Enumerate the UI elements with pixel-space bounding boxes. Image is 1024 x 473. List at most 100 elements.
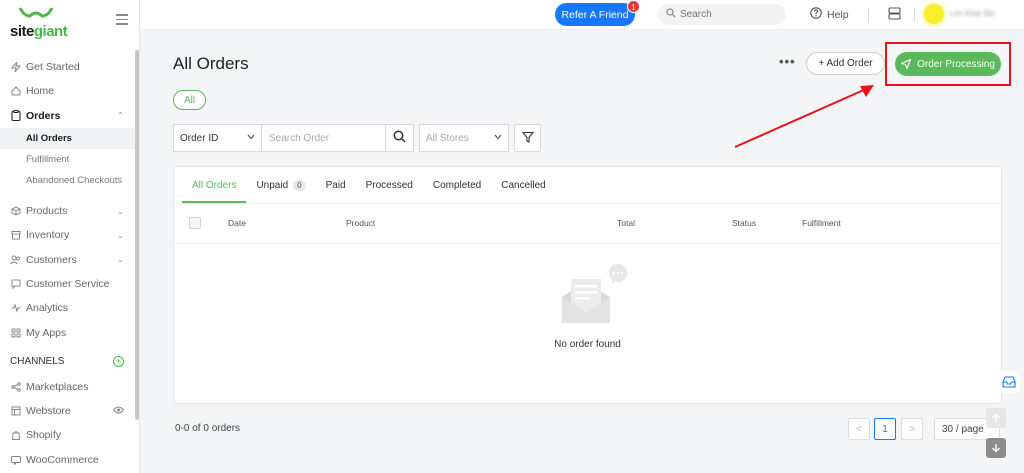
sidebar-item-label: My Apps	[26, 326, 67, 339]
sidebar-item-label: Products	[26, 205, 68, 218]
scroll-to-bottom-icon[interactable]	[986, 438, 1006, 458]
tab-label: Paid	[325, 179, 346, 191]
add-order-button[interactable]: + Add Order	[806, 52, 885, 75]
scroll-to-top-icon[interactable]	[986, 408, 1006, 428]
add-channel-plus-icon[interactable]: +	[113, 356, 124, 368]
global-search[interactable]	[658, 4, 786, 25]
sidebar-item-woocommerce[interactable]: WooCommerce	[0, 448, 138, 472]
sidebar-subitem-all-orders[interactable]: All Orders	[0, 127, 138, 149]
sidebar: sitegiant Get Started Home Orders ⌃ All …	[0, 0, 140, 473]
home-icon	[10, 86, 21, 97]
tab-label: Cancelled	[501, 179, 546, 191]
more-options-icon[interactable]: •••	[779, 55, 796, 68]
sidebar-item-label: Webstore	[26, 405, 71, 418]
sidebar-subitem-abandoned-checkouts[interactable]: Abandoned Checkouts	[0, 170, 138, 191]
sidebar-item-get-started[interactable]: Get Started	[0, 55, 138, 79]
tab-completed[interactable]: Completed	[423, 167, 491, 203]
page-size-value: 30 / page	[942, 423, 984, 435]
sidebar-item-customers[interactable]: Customers ⌄	[0, 247, 138, 271]
sidebar-item-inventory[interactable]: Inventory ⌄	[0, 223, 138, 247]
sidebar-item-label: Orders	[26, 109, 61, 122]
clipboard-icon	[10, 110, 21, 122]
divider	[868, 8, 869, 22]
orders-count-text: 0-0 of 0 orders	[175, 423, 241, 434]
sidebar-item-customer-service[interactable]: Customer Service	[0, 272, 138, 296]
empty-inbox-illustration	[558, 263, 634, 332]
search-icon	[666, 8, 676, 21]
pagination-page-1[interactable]: 1	[874, 418, 896, 440]
sidebar-scrollbar[interactable]	[135, 50, 139, 420]
store-select[interactable]: All Stores	[419, 124, 509, 152]
sidebar-item-marketplaces[interactable]: Marketplaces	[0, 375, 138, 399]
sidebar-item-label: Get Started	[26, 61, 80, 74]
chevron-up-icon: ⌃	[117, 111, 124, 121]
tab-processed[interactable]: Processed	[356, 167, 423, 203]
logo-horns-icon	[18, 7, 54, 18]
count-badge: 0	[293, 179, 306, 191]
sidebar-item-products[interactable]: Products ⌄	[0, 199, 138, 223]
sidebar-item-label: Analytics	[26, 302, 69, 315]
global-search-input[interactable]	[680, 9, 770, 20]
box-icon	[10, 206, 21, 217]
tab-unpaid[interactable]: Unpaid 0	[246, 167, 315, 203]
question-circle-icon	[810, 7, 822, 22]
divider	[914, 8, 915, 22]
tab-all-orders[interactable]: All Orders	[182, 167, 247, 203]
chevron-down-icon	[247, 133, 255, 142]
tab-cancelled[interactable]: Cancelled	[491, 167, 555, 203]
sidebar-item-label: Customers	[26, 253, 77, 266]
search-field-select[interactable]: Order ID	[173, 124, 262, 152]
cart-icon	[10, 454, 21, 465]
sidebar-item-my-apps[interactable]: My Apps	[0, 320, 138, 344]
search-icon	[393, 130, 406, 146]
search-button[interactable]	[386, 124, 414, 152]
help-link[interactable]: Help	[810, 7, 849, 22]
username[interactable]: Lim Khai Sin	[950, 9, 995, 18]
pagination-prev-button[interactable]: <	[848, 418, 870, 440]
orders-card: All Orders Unpaid 0 Paid Processed Comple…	[173, 166, 1002, 404]
sidebar-item-label: Customer Service	[26, 277, 110, 290]
hamburger-menu-icon[interactable]	[116, 14, 128, 25]
chevron-down-icon: ⌄	[117, 255, 124, 265]
logo-text-accent: giant	[33, 23, 68, 40]
pagination-next-button[interactable]: >	[901, 418, 923, 440]
chevron-down-icon: ⌄	[117, 206, 124, 216]
sitegiant-logo[interactable]: sitegiant	[10, 6, 68, 40]
sidebar-item-label: WooCommerce	[26, 453, 99, 466]
search-order-input[interactable]	[262, 124, 386, 152]
chat-icon	[10, 278, 21, 289]
column-header-date[interactable]: Date	[228, 218, 246, 228]
sidebar-item-home[interactable]: Home	[0, 79, 138, 103]
tab-label: Completed	[432, 179, 482, 191]
channels-label: CHANNELS	[10, 356, 65, 368]
inbox-icon[interactable]	[998, 371, 1020, 393]
sidebar-subitem-fulfillment[interactable]: Fulfillment	[0, 149, 138, 170]
eye-icon[interactable]	[112, 406, 125, 417]
sidebar-item-analytics[interactable]: Analytics	[0, 296, 138, 320]
annotation-highlight-box	[885, 42, 1011, 86]
window-icon	[10, 406, 21, 417]
funnel-icon	[521, 131, 534, 146]
select-all-checkbox[interactable]	[189, 217, 201, 229]
column-header-product: Product	[346, 218, 376, 228]
notification-badge: 1	[627, 0, 640, 13]
filter-chip-all[interactable]: All	[173, 90, 206, 110]
server-stack-icon[interactable]	[888, 7, 901, 23]
share-icon	[10, 381, 21, 392]
sidebar-item-label: Home	[26, 85, 55, 98]
sidebar-item-webstore[interactable]: Webstore	[0, 399, 138, 423]
filter-button[interactable]	[514, 124, 541, 152]
tab-paid[interactable]: Paid	[316, 167, 356, 203]
tab-label: Processed	[365, 179, 413, 191]
pulse-icon	[10, 303, 21, 314]
column-header-fulfillment: Fulfillment	[802, 218, 841, 228]
next-label: >	[909, 423, 915, 435]
chevron-down-icon	[494, 133, 502, 142]
chevron-down-icon: ⌄	[117, 230, 124, 240]
sidebar-item-orders[interactable]: Orders ⌃	[0, 104, 138, 128]
avatar[interactable]	[924, 4, 944, 24]
page-title: All Orders	[173, 54, 249, 73]
sidebar-item-label: Shopify	[26, 429, 62, 442]
refer-a-friend-button[interactable]: Refer A Friend 1	[555, 0, 640, 26]
sidebar-item-shopify[interactable]: Shopify	[0, 423, 138, 447]
